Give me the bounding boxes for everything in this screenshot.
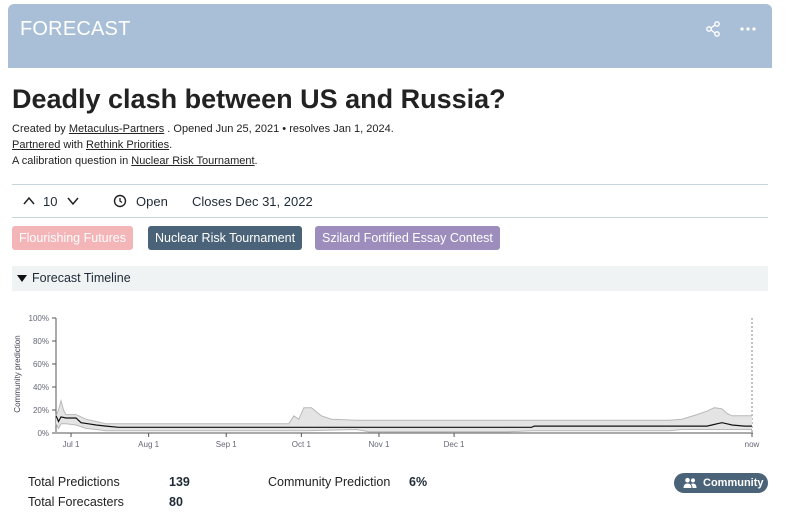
vote-count: 10 bbox=[43, 194, 58, 209]
total-predictions-label: Total Predictions bbox=[28, 475, 120, 489]
total-forecasters-label: Total Forecasters bbox=[28, 495, 124, 509]
chart-x-tick-label: now bbox=[745, 440, 760, 449]
partnered-line: Partnered with Rethink Priorities. bbox=[12, 139, 172, 151]
forecast-timeline-chart: Community prediction 100% 80% 60% 40% 20% 0% J… bbox=[13, 314, 760, 449]
chart-y-tick-label: 60% bbox=[33, 360, 49, 369]
share-icon[interactable] bbox=[704, 20, 722, 38]
calibration-line: A calibration question in Nuclear Risk T… bbox=[12, 155, 258, 167]
partner-suffix: . bbox=[169, 139, 173, 151]
question-status: Open bbox=[136, 194, 168, 209]
chart-x-tick-label: Aug 1 bbox=[138, 440, 159, 449]
created-by-line: Created by Metaculus-Partners . Opened J… bbox=[12, 123, 394, 135]
chart-x-tick-label: Sep 1 bbox=[216, 440, 237, 449]
calibration-suffix: . bbox=[254, 155, 258, 167]
page: FORECAST Deadly clash between US and Rus… bbox=[0, 0, 792, 516]
opened-resolves-text: . Opened Jun 25, 2021 • resolves Jan 1, … bbox=[164, 123, 394, 135]
total-forecasters-value: 80 bbox=[169, 495, 183, 509]
chart-y-tick-label: 80% bbox=[33, 337, 49, 346]
timeline-label: Forecast Timeline bbox=[32, 271, 131, 285]
forecast-timeline-toggle[interactable]: Forecast Timeline bbox=[12, 266, 768, 291]
chart-y-tick-label: 100% bbox=[29, 314, 49, 323]
community-prediction-value: 6% bbox=[409, 475, 428, 489]
chart-x-tick-label: Jul 1 bbox=[63, 440, 80, 449]
chart-upper-line bbox=[55, 398, 752, 425]
tag-flourishing-futures[interactable]: Flourishing Futures bbox=[12, 226, 133, 250]
more-icon[interactable] bbox=[738, 20, 758, 38]
forecast-header: FORECAST bbox=[8, 4, 772, 68]
community-prediction-label: Community Prediction bbox=[268, 475, 391, 489]
chart-y-axis-label: Community prediction bbox=[13, 335, 22, 412]
partner-link[interactable]: Rethink Priorities bbox=[86, 139, 169, 151]
chevron-down-icon[interactable] bbox=[66, 194, 80, 208]
chart-x-tick-label: Dec 1 bbox=[444, 440, 465, 449]
tag-nuclear-risk-tournament[interactable]: Nuclear Risk Tournament bbox=[148, 226, 303, 250]
people-icon bbox=[683, 477, 697, 488]
tag-szilard-essay-contest[interactable]: Szilard Fortified Essay Contest bbox=[315, 226, 500, 250]
chart-y-tick-label: 40% bbox=[33, 383, 49, 392]
author-link[interactable]: Metaculus-Partners bbox=[69, 123, 164, 135]
partnered-with-text: with bbox=[60, 139, 86, 151]
question-status-bar: 10 Open Closes Dec 31, 2022 bbox=[12, 184, 768, 218]
caret-down-icon bbox=[17, 275, 27, 282]
chevron-up-icon[interactable] bbox=[22, 194, 36, 208]
chart-y-tick-label: 0% bbox=[37, 429, 49, 438]
community-button[interactable]: Community bbox=[674, 473, 768, 493]
close-date: Closes Dec 31, 2022 bbox=[192, 194, 313, 209]
chart-y-tick-label: 20% bbox=[33, 406, 49, 415]
chart-x-tick-label: Oct 1 bbox=[292, 440, 312, 449]
tournament-link[interactable]: Nuclear Risk Tournament bbox=[131, 155, 254, 167]
question-title: Deadly clash between US and Russia? bbox=[12, 84, 506, 114]
total-predictions-value: 139 bbox=[169, 475, 190, 489]
chart-x-tick-label: Nov 1 bbox=[369, 440, 390, 449]
header-title: FORECAST bbox=[20, 18, 131, 40]
created-by-prefix: Created by bbox=[12, 123, 69, 135]
partnered-link[interactable]: Partnered bbox=[12, 139, 60, 151]
calibration-prefix: A calibration question in bbox=[12, 155, 132, 167]
clock-icon bbox=[113, 194, 127, 208]
community-button-label: Community bbox=[703, 477, 764, 489]
